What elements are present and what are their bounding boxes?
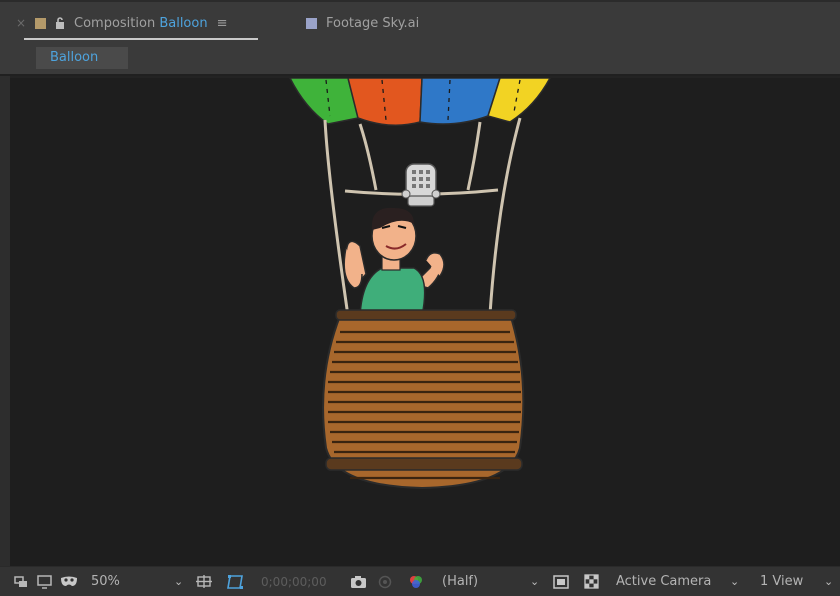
active-tab-indicator xyxy=(24,38,258,40)
pilot-character xyxy=(343,207,445,317)
transparency-grid-icon[interactable] xyxy=(584,567,599,596)
current-time-display[interactable]: 0;00;00;00 xyxy=(261,567,327,596)
resolution-dropdown[interactable]: (Half) xyxy=(442,567,478,596)
views-dropdown[interactable]: 1 View xyxy=(760,567,803,596)
tab-footage-label: Footage Sky.ai xyxy=(326,16,419,31)
viewer-left-edge xyxy=(0,76,10,568)
tab-footage-name: Sky.ai xyxy=(382,15,420,31)
composition-viewer[interactable] xyxy=(10,78,840,566)
camera-chevron-icon[interactable]: ⌄ xyxy=(730,567,739,596)
magnification-chevron-icon[interactable]: ⌄ xyxy=(174,567,183,596)
fast-previews-icon[interactable] xyxy=(553,567,569,596)
grid-guides-icon[interactable] xyxy=(196,567,212,596)
tab-composition[interactable]: × Composition Balloon ≡ xyxy=(16,12,228,34)
viewer-toolbar: 50% ⌄ 0;00;00;00 (Half) ⌄ Active Camera … xyxy=(0,566,840,596)
composition-label-color-icon xyxy=(35,17,46,29)
region-of-interest-icon[interactable] xyxy=(226,567,244,596)
always-preview-icon[interactable] xyxy=(14,567,28,596)
tab-composition-prefix: Composition xyxy=(74,15,156,31)
breadcrumb-balloon[interactable]: Balloon xyxy=(36,47,128,69)
color-channels-icon[interactable] xyxy=(408,567,424,596)
burner xyxy=(401,163,441,207)
tab-composition-name: Balloon xyxy=(159,15,208,31)
tab-footage-prefix: Footage xyxy=(326,15,379,31)
balloon-envelope xyxy=(289,78,551,126)
camera-snapshot-icon[interactable] xyxy=(350,567,367,596)
resolution-chevron-icon[interactable]: ⌄ xyxy=(530,567,539,596)
magnification-dropdown[interactable]: 50% xyxy=(91,567,120,596)
panel-menu-icon[interactable]: ≡ xyxy=(217,16,228,31)
close-icon[interactable]: × xyxy=(16,16,26,30)
footage-label-color-icon xyxy=(306,17,317,29)
tab-footage[interactable]: Footage Sky.ai xyxy=(306,12,419,34)
camera-dropdown[interactable]: Active Camera xyxy=(616,567,711,596)
mask-visibility-icon[interactable] xyxy=(60,567,78,596)
composition-navigator: Balloon xyxy=(0,44,840,76)
show-snapshot-icon[interactable] xyxy=(378,567,392,596)
panel-tab-bar: × Composition Balloon ≡ Footage Sky.ai xyxy=(0,0,840,44)
balloon-artwork xyxy=(289,78,551,490)
lock-icon[interactable] xyxy=(55,17,65,29)
basket xyxy=(322,309,525,490)
monitor-icon[interactable] xyxy=(37,567,52,596)
tab-composition-label: Composition Balloon xyxy=(74,16,208,31)
views-chevron-icon[interactable]: ⌄ xyxy=(824,567,833,596)
